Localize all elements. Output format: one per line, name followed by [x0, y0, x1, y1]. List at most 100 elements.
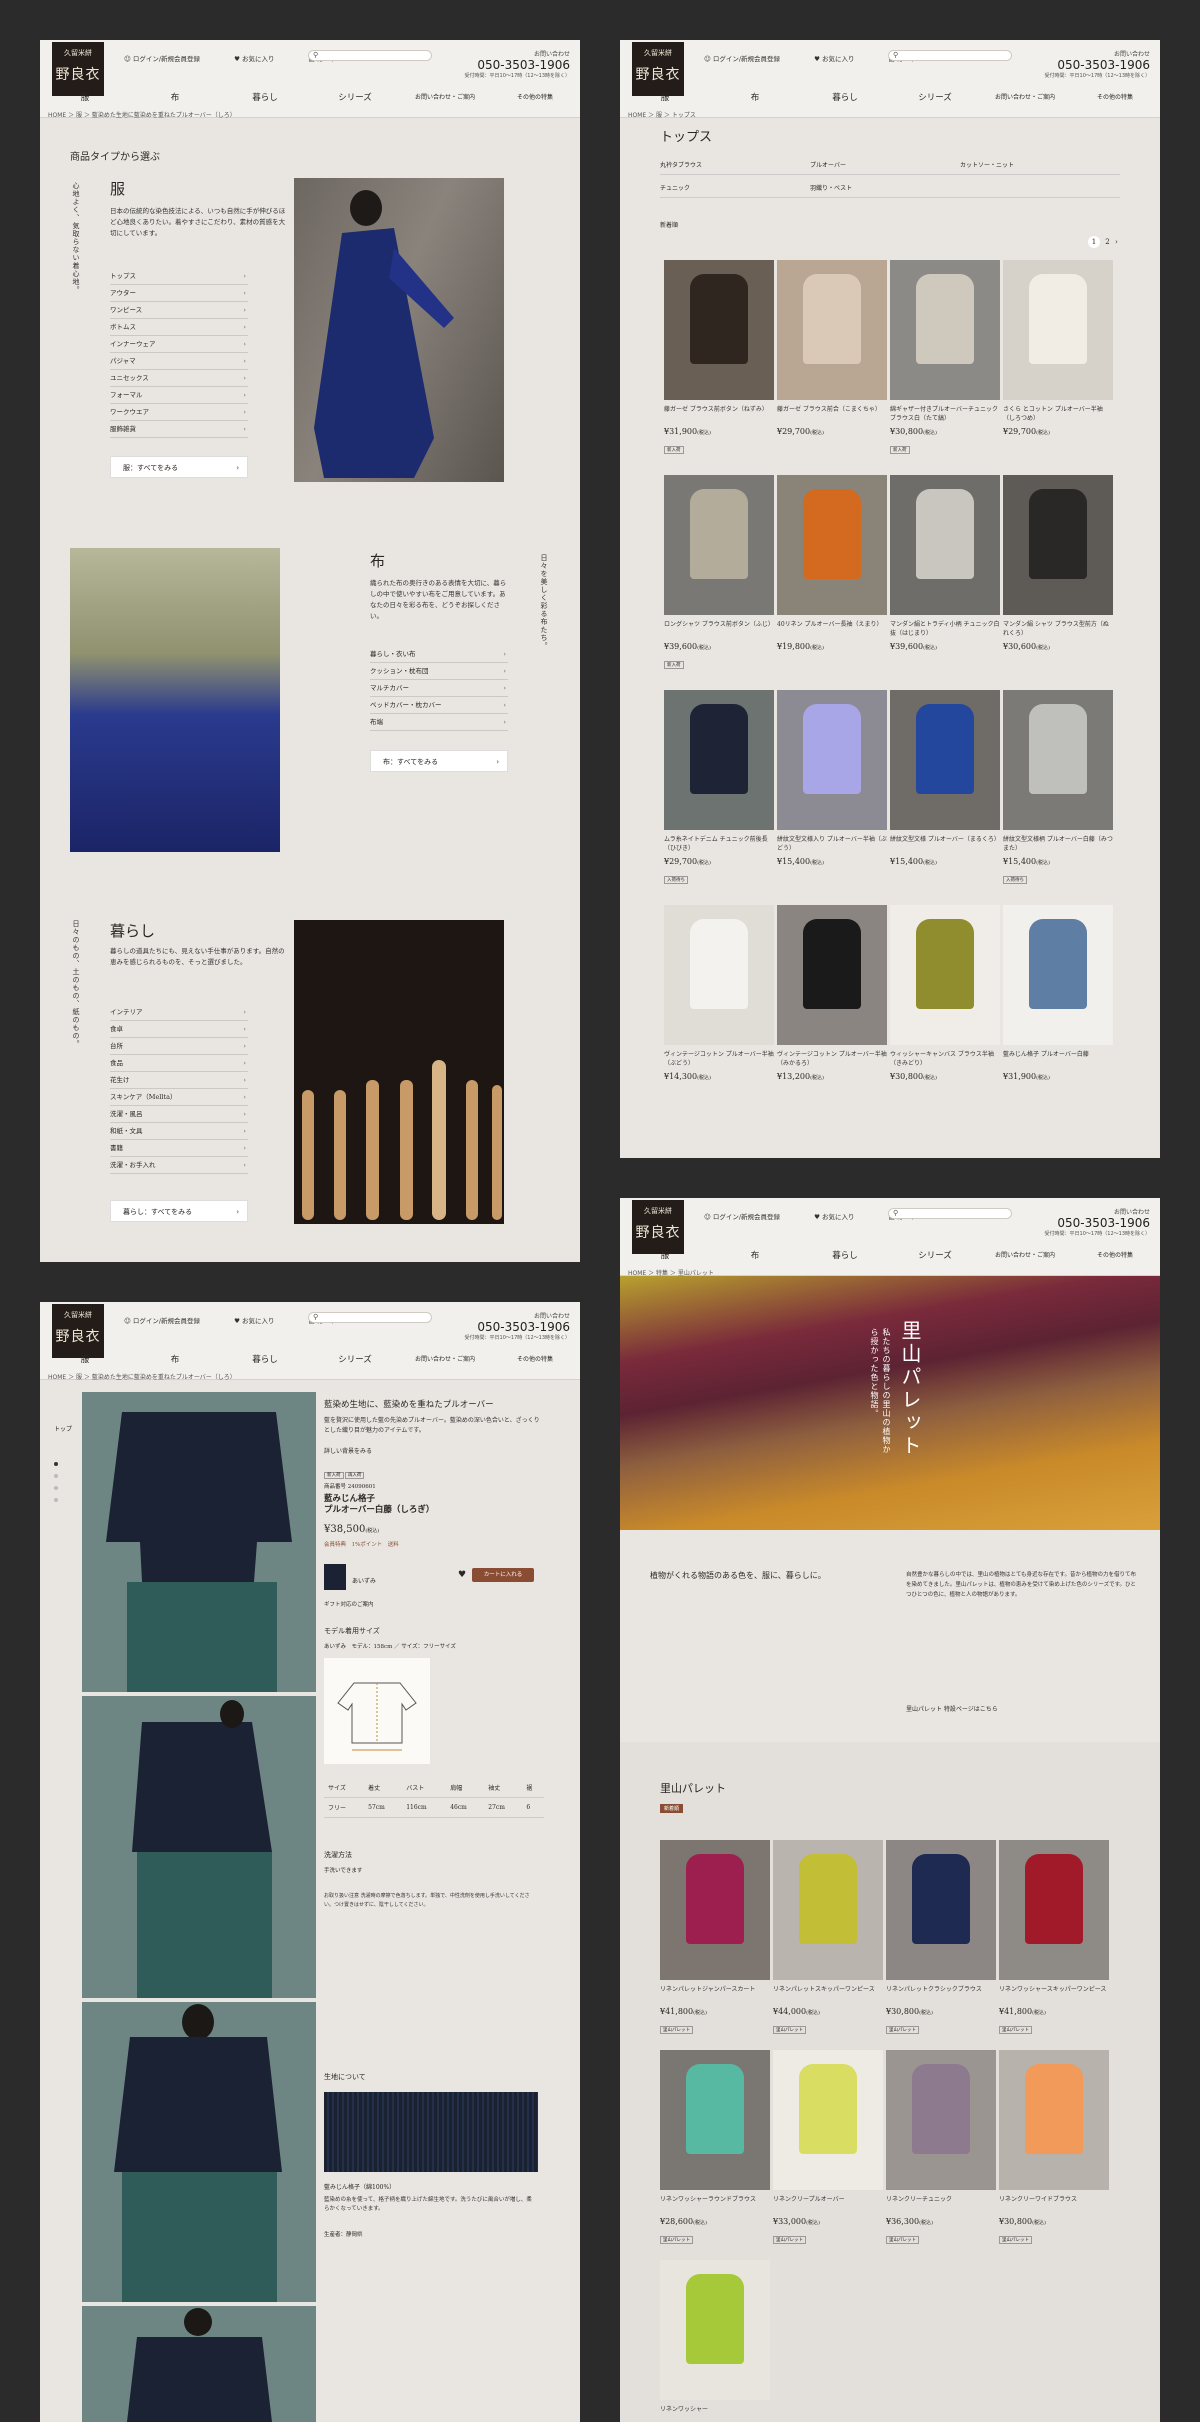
product-image[interactable]	[664, 260, 774, 400]
subcategory-link[interactable]: 丸衿タブラウス	[660, 160, 810, 169]
product-image[interactable]	[777, 475, 887, 615]
subcategory-link[interactable]: チュニック	[660, 183, 810, 192]
product-image[interactable]	[777, 905, 887, 1045]
category-item[interactable]: 洗濯・風呂	[110, 1106, 248, 1123]
favorites-link[interactable]: ♥ お気に入り	[234, 55, 290, 63]
product-card[interactable]: リネンクリーワイドブラウス ¥30,800(税込) 里山パレット	[999, 2050, 1109, 2245]
dot[interactable]	[54, 1462, 58, 1466]
product-card[interactable]: リネンパレットスキッパーワンピース ¥44,000(税込) 里山パレット	[773, 1840, 883, 2035]
product-image[interactable]	[660, 1840, 770, 1980]
favorites-link[interactable]: ♥ お気に入り	[234, 1317, 290, 1325]
category-item[interactable]: 台所	[110, 1038, 248, 1055]
detail-link[interactable]: 詳しい背景をみる	[324, 1446, 372, 1455]
product-image[interactable]	[664, 475, 774, 615]
nav-living[interactable]: 暮らし	[220, 1350, 310, 1370]
product-image[interactable]	[890, 475, 1000, 615]
product-image[interactable]	[664, 690, 774, 830]
product-image[interactable]	[660, 2260, 770, 2400]
favorites-link[interactable]: ♥ お気に入り	[814, 1213, 870, 1221]
category-item[interactable]: ワークウエア	[110, 404, 248, 421]
product-card[interactable]: マンダン絹 シャツ ブラウス型前方（ぬれくろ） ¥30,600(税込)	[1003, 475, 1113, 651]
category-item[interactable]: パジャマ	[110, 353, 248, 370]
nav-series[interactable]: シリーズ	[890, 1246, 980, 1266]
dot[interactable]	[54, 1486, 58, 1490]
product-image[interactable]	[777, 260, 887, 400]
nav-info[interactable]: お問い合わせ・ご案内	[980, 1246, 1070, 1266]
category-item[interactable]: スキンケア（Mellta）	[110, 1089, 248, 1106]
product-image[interactable]	[890, 690, 1000, 830]
product-card[interactable]: 絣紋文型文様柄 プルオーバー白藤（みつまた） ¥15,400(税込) 入荷待ち	[1003, 690, 1113, 885]
category-item[interactable]: アウター	[110, 285, 248, 302]
category-item[interactable]: ボトムス	[110, 319, 248, 336]
category-item[interactable]: 洗濯・お手入れ	[110, 1157, 248, 1174]
product-card[interactable]: 綿ギャザー付きプルオーバーチュニック ブラウス白（たて縞） ¥30,800(税込)…	[890, 260, 1000, 455]
category-item[interactable]: 和紙・文具	[110, 1123, 248, 1140]
nav-features[interactable]: その他の特集	[490, 1350, 580, 1370]
nav-cloth[interactable]: 布	[130, 1350, 220, 1370]
category-item[interactable]: 書籍	[110, 1140, 248, 1157]
category-item[interactable]: マルチカバー	[370, 680, 508, 697]
dot[interactable]	[54, 1474, 58, 1478]
category-item[interactable]: ワンピース	[110, 302, 248, 319]
product-card[interactable]: 40リネン プルオーバー長袖（えまり） ¥19,800(税込)	[777, 475, 887, 651]
feature-link[interactable]: 里山パレット 特設ページはこちら	[906, 1704, 998, 1713]
category-item[interactable]: 布端	[370, 714, 508, 731]
cloth-view-all-button[interactable]: 布：すべてをみる	[370, 750, 508, 773]
product-image[interactable]	[886, 2050, 996, 2190]
category-item[interactable]: フォーマル	[110, 387, 248, 404]
nav-info[interactable]: お問い合わせ・ご案内	[400, 1350, 490, 1370]
category-item[interactable]: ユニセックス	[110, 370, 248, 387]
product-image[interactable]	[1003, 690, 1113, 830]
nav-features[interactable]: その他の特集	[490, 88, 580, 108]
nav-features[interactable]: その他の特集	[1070, 88, 1160, 108]
product-image[interactable]	[660, 2050, 770, 2190]
product-card[interactable]: ヴィンテージコットン プルオーバー半袖（ぶどう） ¥14,300(税込)	[664, 905, 774, 1081]
category-item[interactable]: 食品	[110, 1055, 248, 1072]
search-input[interactable]: ⚲	[308, 50, 432, 61]
product-card[interactable]: リネンクリープルオーバー ¥33,000(税込) 里山パレット	[773, 2050, 883, 2245]
product-image[interactable]	[777, 690, 887, 830]
product-image[interactable]	[890, 260, 1000, 400]
search-input[interactable]: ⚲	[308, 1312, 432, 1323]
favorite-icon[interactable]: ♥	[458, 1570, 466, 1580]
product-image[interactable]	[886, 1840, 996, 1980]
product-card[interactable]: 絣紋文型文様入り プルオーバー半袖（ぶどう） ¥15,400(税込)	[777, 690, 887, 866]
product-image[interactable]	[1003, 260, 1113, 400]
product-image[interactable]	[773, 2050, 883, 2190]
living-view-all-button[interactable]: 暮らし：すべてをみる	[110, 1200, 248, 1223]
nav-series[interactable]: シリーズ	[890, 88, 980, 108]
product-card[interactable]: さくら とコットン プルオーバー半袖（しろつめ） ¥29,700(税込)	[1003, 260, 1113, 436]
nav-cloth[interactable]: 布	[710, 88, 800, 108]
product-card[interactable]: リネンワッシャースキッパーワンピース ¥41,800(税込) 里山パレット	[999, 1840, 1109, 2035]
product-card[interactable]: リネンクリーチュニック ¥36,300(税込) 里山パレット	[886, 2050, 996, 2245]
page-2[interactable]: 2	[1105, 238, 1109, 246]
category-item[interactable]: インテリア	[110, 1004, 248, 1021]
login-link[interactable]: ☺ ログイン/新規会員登録	[124, 55, 216, 63]
product-card[interactable]: リネンパレットクラシックブラウス ¥30,800(税込) 里山パレット	[886, 1840, 996, 2035]
login-link[interactable]: ☺ ログイン/新規会員登録	[704, 55, 796, 63]
product-image[interactable]	[999, 1840, 1109, 1980]
category-item[interactable]: クッション・枕布団	[370, 663, 508, 680]
category-item[interactable]: インナーウェア	[110, 336, 248, 353]
category-item[interactable]: トップス	[110, 268, 248, 285]
sort-select[interactable]: 新着順	[660, 220, 678, 229]
nav-clothes[interactable]: 服	[40, 1350, 130, 1370]
product-card[interactable]: ウィッシャーキャンバス ブラウス半袖（きみどり） ¥30,800(税込)	[890, 905, 1000, 1081]
nav-clothes[interactable]: 服	[40, 88, 130, 108]
subcategory-link[interactable]: 羽織り・ベスト	[810, 183, 960, 192]
search-input[interactable]: ⚲	[888, 1208, 1012, 1219]
product-card[interactable]: リネンワッシャー	[660, 2260, 770, 2422]
subcategory-link[interactable]: カットソー・ニット	[960, 160, 1110, 169]
product-image[interactable]	[1003, 475, 1113, 615]
nav-living[interactable]: 暮らし	[800, 1246, 890, 1266]
nav-clothes[interactable]: 服	[620, 1246, 710, 1266]
nav-living[interactable]: 暮らし	[220, 88, 310, 108]
dot[interactable]	[54, 1498, 58, 1502]
product-card[interactable]: リネンワッシャーラウンドブラウス ¥28,600(税込) 里山パレット	[660, 2050, 770, 2245]
product-card[interactable]: ロングシャツ ブラウス前ボタン（ふじ） ¥39,600(税込) 新入荷	[664, 475, 774, 670]
product-image[interactable]	[664, 905, 774, 1045]
nav-series[interactable]: シリーズ	[310, 88, 400, 108]
nav-cloth[interactable]: 布	[130, 88, 220, 108]
nav-series[interactable]: シリーズ	[310, 1350, 400, 1370]
nav-cloth[interactable]: 布	[710, 1246, 800, 1266]
